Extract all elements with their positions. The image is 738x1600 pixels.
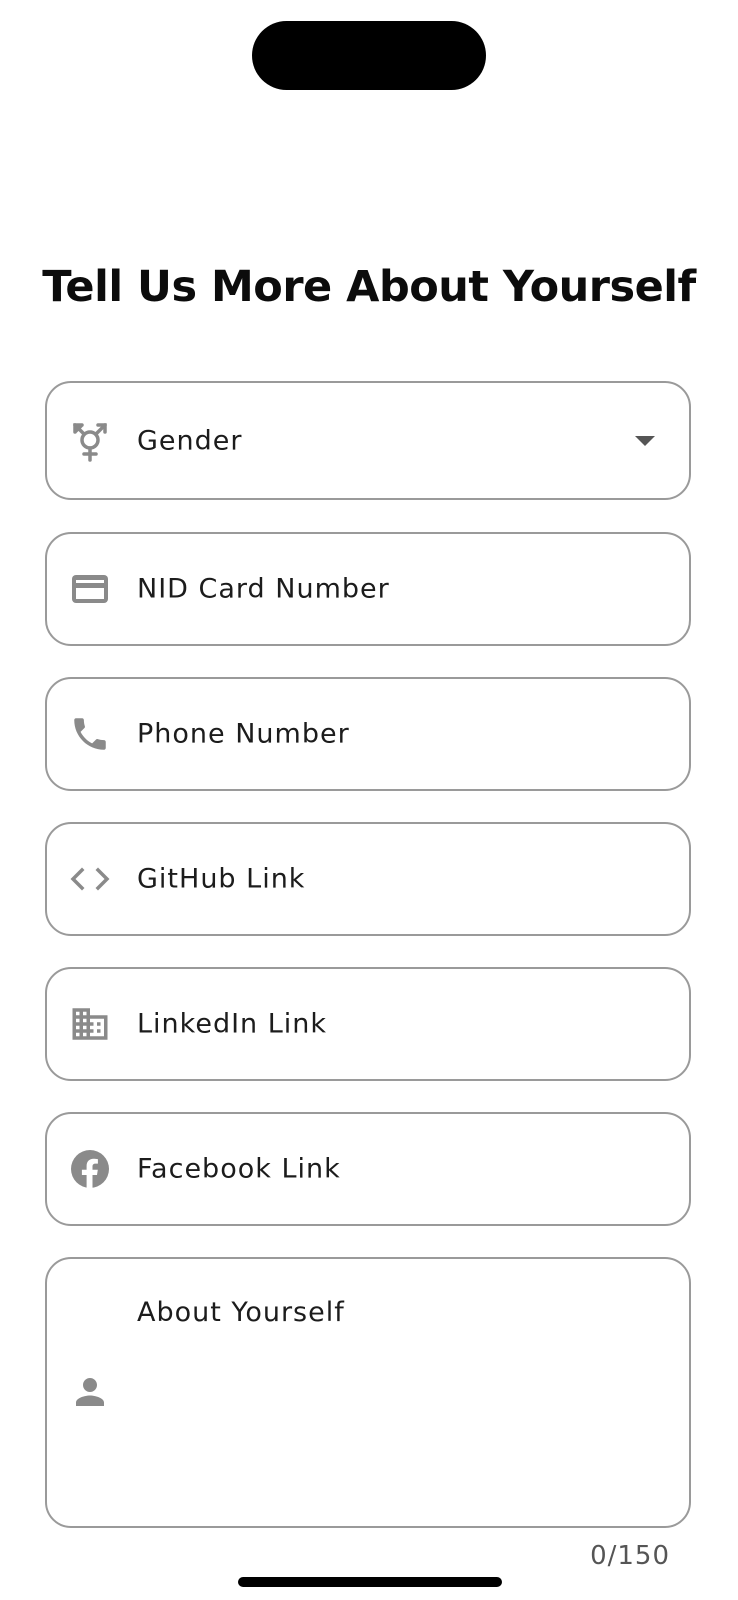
linkedin-link-placeholder: LinkedIn Link	[137, 1008, 328, 1040]
chevron-down-icon[interactable]	[635, 435, 655, 446]
linkedin-link-field[interactable]: LinkedIn Link	[45, 967, 691, 1081]
github-link-field[interactable]: GitHub Link	[45, 822, 691, 936]
character-counter: 0/150	[590, 1541, 670, 1571]
person-icon	[69, 1371, 111, 1413]
page-title: Tell Us More About Yourself	[42, 262, 696, 312]
home-indicator[interactable]	[238, 1577, 502, 1587]
code-icon	[69, 858, 111, 900]
nid-card-number-placeholder: NID Card Number	[137, 573, 390, 605]
camera-notch	[252, 21, 486, 90]
nid-card-number-field[interactable]: NID Card Number	[45, 532, 691, 646]
facebook-icon	[69, 1148, 111, 1190]
gender-dropdown[interactable]: Gender	[45, 381, 691, 500]
about-yourself-placeholder: About Yourself	[137, 1297, 345, 1328]
phone-number-placeholder: Phone Number	[137, 718, 350, 750]
about-yourself-textarea[interactable]: About Yourself	[45, 1257, 691, 1528]
facebook-link-placeholder: Facebook Link	[137, 1153, 341, 1185]
gender-label: Gender	[137, 425, 243, 456]
phone-number-field[interactable]: Phone Number	[45, 677, 691, 791]
gender-icon	[69, 420, 111, 462]
building-icon	[69, 1003, 111, 1045]
github-link-placeholder: GitHub Link	[137, 863, 306, 895]
phone-icon	[69, 713, 111, 755]
credit-card-icon	[69, 568, 111, 610]
facebook-link-field[interactable]: Facebook Link	[45, 1112, 691, 1226]
